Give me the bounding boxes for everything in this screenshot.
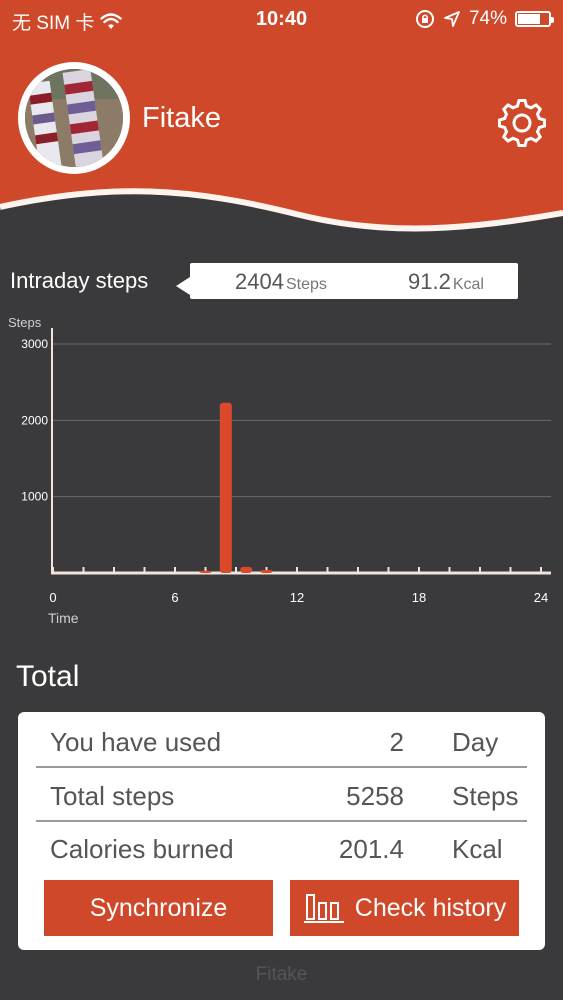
kcal-value: 91.2 — [408, 269, 451, 294]
y-tick-label: 3000 — [21, 337, 48, 351]
total-title: Total — [16, 660, 80, 693]
chart-bar — [240, 566, 253, 573]
avatar-photo — [25, 69, 123, 167]
battery-fill — [518, 14, 541, 24]
days-used-row: You have used 2 Day — [36, 714, 527, 766]
x-tick-label: 6 — [171, 590, 178, 605]
row-value: 5258 — [346, 781, 404, 811]
chart-bar — [219, 402, 232, 573]
row-unit: Steps — [452, 781, 519, 811]
status-right: 74% — [415, 8, 554, 30]
check-history-label: Check history — [354, 893, 507, 922]
profile-header: Fitake — [0, 40, 563, 245]
kcal-summary: 91.2 Kcal — [408, 269, 484, 295]
y-tick-label: 1000 — [21, 490, 48, 504]
row-label: Total steps — [50, 781, 175, 811]
row-value: 2 — [389, 727, 404, 757]
battery-percent: 74% — [468, 8, 507, 29]
gear-icon[interactable] — [497, 98, 547, 148]
chart-bar — [199, 570, 212, 573]
row-unit: Kcal — [452, 834, 503, 864]
synchronize-button[interactable]: Synchronize — [44, 880, 273, 936]
location-icon — [444, 11, 460, 27]
kcal-unit: Kcal — [452, 276, 484, 293]
total-steps-row: Total steps 5258 Steps — [36, 768, 527, 820]
x-tick-label: 12 — [290, 590, 304, 605]
total-card: You have used 2 Day Total steps 5258 Ste… — [18, 712, 545, 950]
steps-summary: 2404 Steps — [235, 269, 327, 295]
footer-brand: Fitake — [255, 964, 308, 985]
x-axis-label: Time — [48, 610, 79, 626]
calories-row: Calories burned 201.4 Kcal — [36, 821, 527, 873]
y-axis-label: Steps — [8, 315, 42, 330]
avatar[interactable] — [18, 62, 130, 174]
check-history-button[interactable]: Check history — [290, 880, 519, 936]
steps-value: 2404 — [235, 269, 284, 294]
intraday-summary: 2404 Steps 91.2 Kcal — [176, 263, 518, 299]
x-tick-label: 24 — [534, 590, 548, 605]
synchronize-label: Synchronize — [89, 893, 228, 922]
app-name: Fitake — [142, 102, 221, 134]
x-tick-label: 18 — [412, 590, 426, 605]
x-tick-label: 0 — [49, 590, 56, 605]
intraday-chart: 1000 2000 3000 Steps 0 6 12 18 24 Time — [8, 315, 551, 626]
row-label: Calories burned — [50, 834, 234, 864]
status-bar: 无 SIM 卡 10:40 74% — [0, 0, 563, 40]
row-label: You have used — [50, 727, 222, 757]
chart-bar — [260, 569, 273, 573]
row-unit: Day — [452, 727, 499, 757]
battery-icon — [515, 11, 554, 27]
orientation-lock-icon — [415, 10, 434, 28]
intraday-steps-label: Intraday steps — [10, 268, 149, 293]
bar-chart-icon — [303, 894, 344, 923]
row-value: 201.4 — [338, 834, 404, 864]
y-tick-label: 2000 — [21, 413, 48, 427]
steps-unit: Steps — [285, 276, 327, 293]
header-wave — [0, 188, 563, 245]
